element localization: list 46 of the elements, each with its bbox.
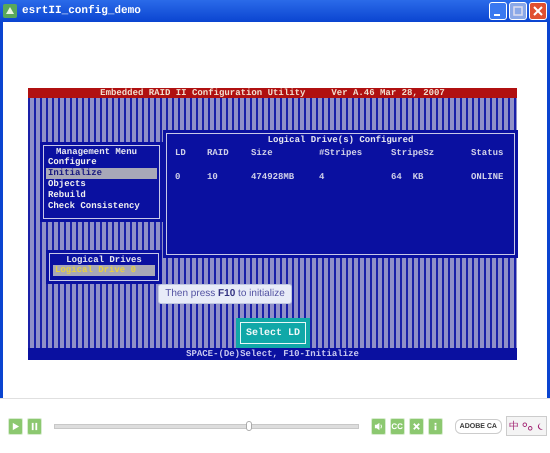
info-button[interactable]: [428, 418, 443, 434]
app-icon: [3, 4, 17, 18]
column-header: StripeSz: [391, 148, 436, 158]
close-icon: [533, 6, 543, 16]
menu-item[interactable]: Initialize: [46, 168, 157, 179]
column-header: Size: [251, 148, 274, 158]
progress-track[interactable]: [54, 424, 359, 428]
menu-item[interactable]: Configure: [46, 157, 157, 168]
status-text: SPACE-(De)Select, F10-Initialize: [186, 349, 359, 359]
utility-title: Embedded RAID II Configuration Utility: [100, 88, 306, 98]
panel-title: Logical Drive(s) Configured: [266, 135, 414, 145]
maximize-icon: [513, 6, 523, 16]
tooltip: Then press F10 to initialize: [158, 284, 292, 304]
close-icon: [412, 422, 421, 430]
close-button[interactable]: [529, 2, 547, 20]
maximize-button[interactable]: [509, 2, 527, 20]
speaker-icon: [374, 422, 383, 430]
punctuation-icon[interactable]: [522, 422, 533, 430]
play-icon: [11, 422, 20, 430]
player-button[interactable]: [27, 418, 42, 434]
version-text: Ver A.46 Mar 28, 2007: [331, 88, 445, 98]
minimize-button[interactable]: [489, 2, 507, 20]
volume-button[interactable]: [370, 418, 386, 434]
pause-icon: [30, 422, 39, 430]
menu-item[interactable]: Check Consistency: [46, 201, 157, 212]
minimize-icon: [494, 14, 500, 16]
player-button[interactable]: [8, 418, 23, 434]
table-cell-text: 0: [174, 172, 182, 182]
table-cell-text: 64 KB: [391, 172, 424, 182]
window-title: esrtII_config_demo: [22, 5, 142, 17]
column-header: RAID: [207, 148, 230, 158]
menu-item[interactable]: Objects: [46, 179, 157, 190]
table-cell-text: ONLINE: [471, 172, 504, 182]
column-header: #Stripes: [319, 148, 364, 158]
ime-mode-text[interactable]: 中: [509, 419, 519, 433]
progress-thumb[interactable]: [246, 420, 252, 430]
column-header: Status: [471, 148, 504, 158]
panel-title: Management Menu: [55, 147, 138, 157]
table-cell-text: 10: [207, 172, 219, 182]
table-cell-text: 474928MB: [251, 172, 296, 182]
exit-button[interactable]: [408, 418, 424, 434]
moon-icon[interactable]: [536, 422, 544, 430]
column-header: LD: [174, 148, 187, 158]
panel-title: Logical Drives: [65, 255, 143, 265]
menu-item[interactable]: Rebuild: [46, 190, 157, 201]
table-cell-text: 4: [319, 172, 326, 182]
